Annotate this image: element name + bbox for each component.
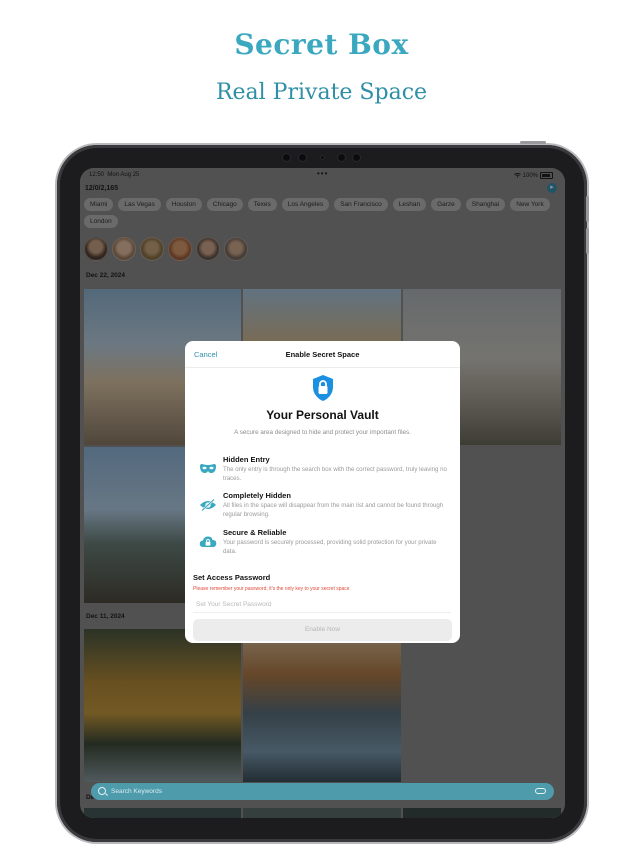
mask-icon: [200, 464, 216, 473]
lock-shield-icon: [313, 375, 333, 401]
password-input[interactable]: [193, 597, 451, 613]
search-icon: [98, 787, 106, 795]
volume-button-down: [586, 228, 589, 254]
vault-description: A secure area designed to hide and prote…: [234, 429, 411, 436]
modal-top-bar: Cancel Enable Secret Space: [185, 341, 460, 368]
subheadline: Real Private Space: [215, 80, 428, 105]
password-section-title: Set Access Password: [193, 573, 271, 582]
feature-description: The only entry is through the search box…: [223, 466, 447, 482]
volume-button-up: [586, 196, 589, 222]
search-bar[interactable]: Search Keywords: [91, 783, 554, 800]
eye-slash-icon: [200, 498, 216, 512]
feature-title: Secure & Reliable: [223, 528, 287, 537]
enable-now-button[interactable]: Enable Now: [193, 619, 452, 641]
feature-title: Completely Hidden: [223, 491, 291, 500]
cloud-lock-icon: [199, 536, 217, 547]
mask-icon[interactable]: [535, 788, 546, 794]
headline: Secret Box: [234, 28, 409, 61]
secret-space-modal: Cancel Enable Secret Space Your Personal…: [185, 341, 460, 643]
search-placeholder: Search Keywords: [111, 788, 162, 795]
feature-description: Your password is securely processed, pro…: [223, 539, 437, 555]
vault-heading: Your Personal Vault: [266, 408, 379, 422]
feature-description: All files in the space will disappear fr…: [223, 502, 444, 518]
power-button: [520, 141, 546, 144]
front-camera-array: [282, 151, 362, 163]
feature-title: Hidden Entry: [223, 455, 270, 464]
modal-title: Enable Secret Space: [285, 350, 360, 359]
password-warning: Please remember your password, it's the …: [193, 586, 350, 592]
